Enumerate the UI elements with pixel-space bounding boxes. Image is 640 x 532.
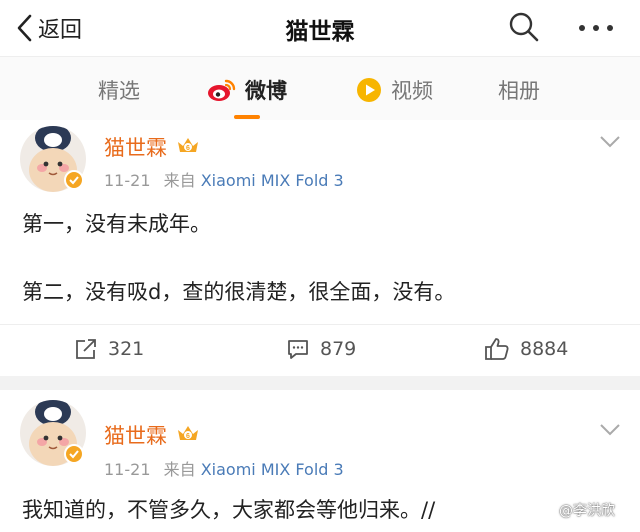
tab-featured[interactable]: 精选 <box>98 75 140 105</box>
watermark-logo-icon <box>540 502 556 518</box>
post-source[interactable]: Xiaomi MIX Fold 3 <box>201 171 344 190</box>
source-prefix: 来自 <box>163 171 196 190</box>
vip-level: 6 <box>186 433 190 440</box>
like-button[interactable]: 8884 <box>484 337 568 361</box>
tab-video[interactable]: 视频 <box>355 75 433 105</box>
video-icon <box>357 78 381 102</box>
comment-icon <box>288 340 308 359</box>
post-text-line: 我知道的，不管多久，大家都会等他归来。// <box>22 498 436 522</box>
post-actions: 321 879 8884 <box>0 324 640 376</box>
source-prefix: 来自 <box>163 460 196 479</box>
check-icon <box>69 176 79 185</box>
check-icon <box>69 450 79 459</box>
post-date: 11-21 <box>104 171 151 190</box>
tab-album[interactable]: 相册 <box>498 75 540 105</box>
tab-weibo[interactable]: 微博 <box>207 75 287 105</box>
avatar[interactable] <box>20 126 86 192</box>
username[interactable]: 猫世霖 <box>104 132 167 162</box>
like-count: 8884 <box>520 338 569 360</box>
profile-tabs: 精选 微博 视频 相册 <box>0 56 640 120</box>
tab-label: 相册 <box>498 79 540 103</box>
verified-badge <box>64 170 84 190</box>
repost-icon <box>76 339 96 359</box>
comment-count: 879 <box>320 338 357 360</box>
search-icon[interactable] <box>507 10 541 44</box>
repost-count: 321 <box>108 338 145 360</box>
vip-crown-icon: 6 <box>178 138 198 152</box>
weibo-logo-icon <box>208 79 236 101</box>
post-text-line: 第一，没有未成年。 <box>22 212 211 236</box>
watermark-text: @李洪欣 <box>559 503 615 519</box>
chevron-down-icon[interactable] <box>598 134 622 150</box>
comment-button[interactable]: 879 <box>286 337 356 361</box>
page-title: 猫世霖 <box>285 19 355 45</box>
chevron-down-icon[interactable] <box>598 422 622 438</box>
post-source[interactable]: Xiaomi MIX Fold 3 <box>201 460 344 479</box>
post-date: 11-21 <box>104 460 151 479</box>
vip-level: 6 <box>186 145 190 152</box>
vip-crown-icon: 6 <box>178 426 198 440</box>
repost-button[interactable]: 321 <box>74 337 144 361</box>
tab-label: 微博 <box>245 79 287 103</box>
top-bar: 返回 猫世霖 <box>0 0 640 56</box>
tab-label: 视频 <box>391 79 433 103</box>
post-meta: 11-21 来自 Xiaomi MIX Fold 3 <box>104 456 344 480</box>
post-text-line: 第二，没有吸d，查的很清楚，很全面，没有。 <box>22 280 456 304</box>
feed-separator <box>0 376 640 390</box>
verified-badge <box>64 444 84 464</box>
active-tab-indicator <box>234 115 260 119</box>
watermark: @李洪欣 <box>540 500 615 520</box>
more-icon[interactable] <box>576 18 616 38</box>
post-card: 猫世霖 6 11-21 来自 Xiaomi MIX Fold 3 第一，没有未成… <box>0 120 640 376</box>
tab-label: 精选 <box>98 79 140 103</box>
post-meta: 11-21 来自 Xiaomi MIX Fold 3 <box>104 167 344 191</box>
thumbs-up-icon <box>485 338 509 360</box>
avatar[interactable] <box>20 400 86 466</box>
username[interactable]: 猫世霖 <box>104 420 167 450</box>
